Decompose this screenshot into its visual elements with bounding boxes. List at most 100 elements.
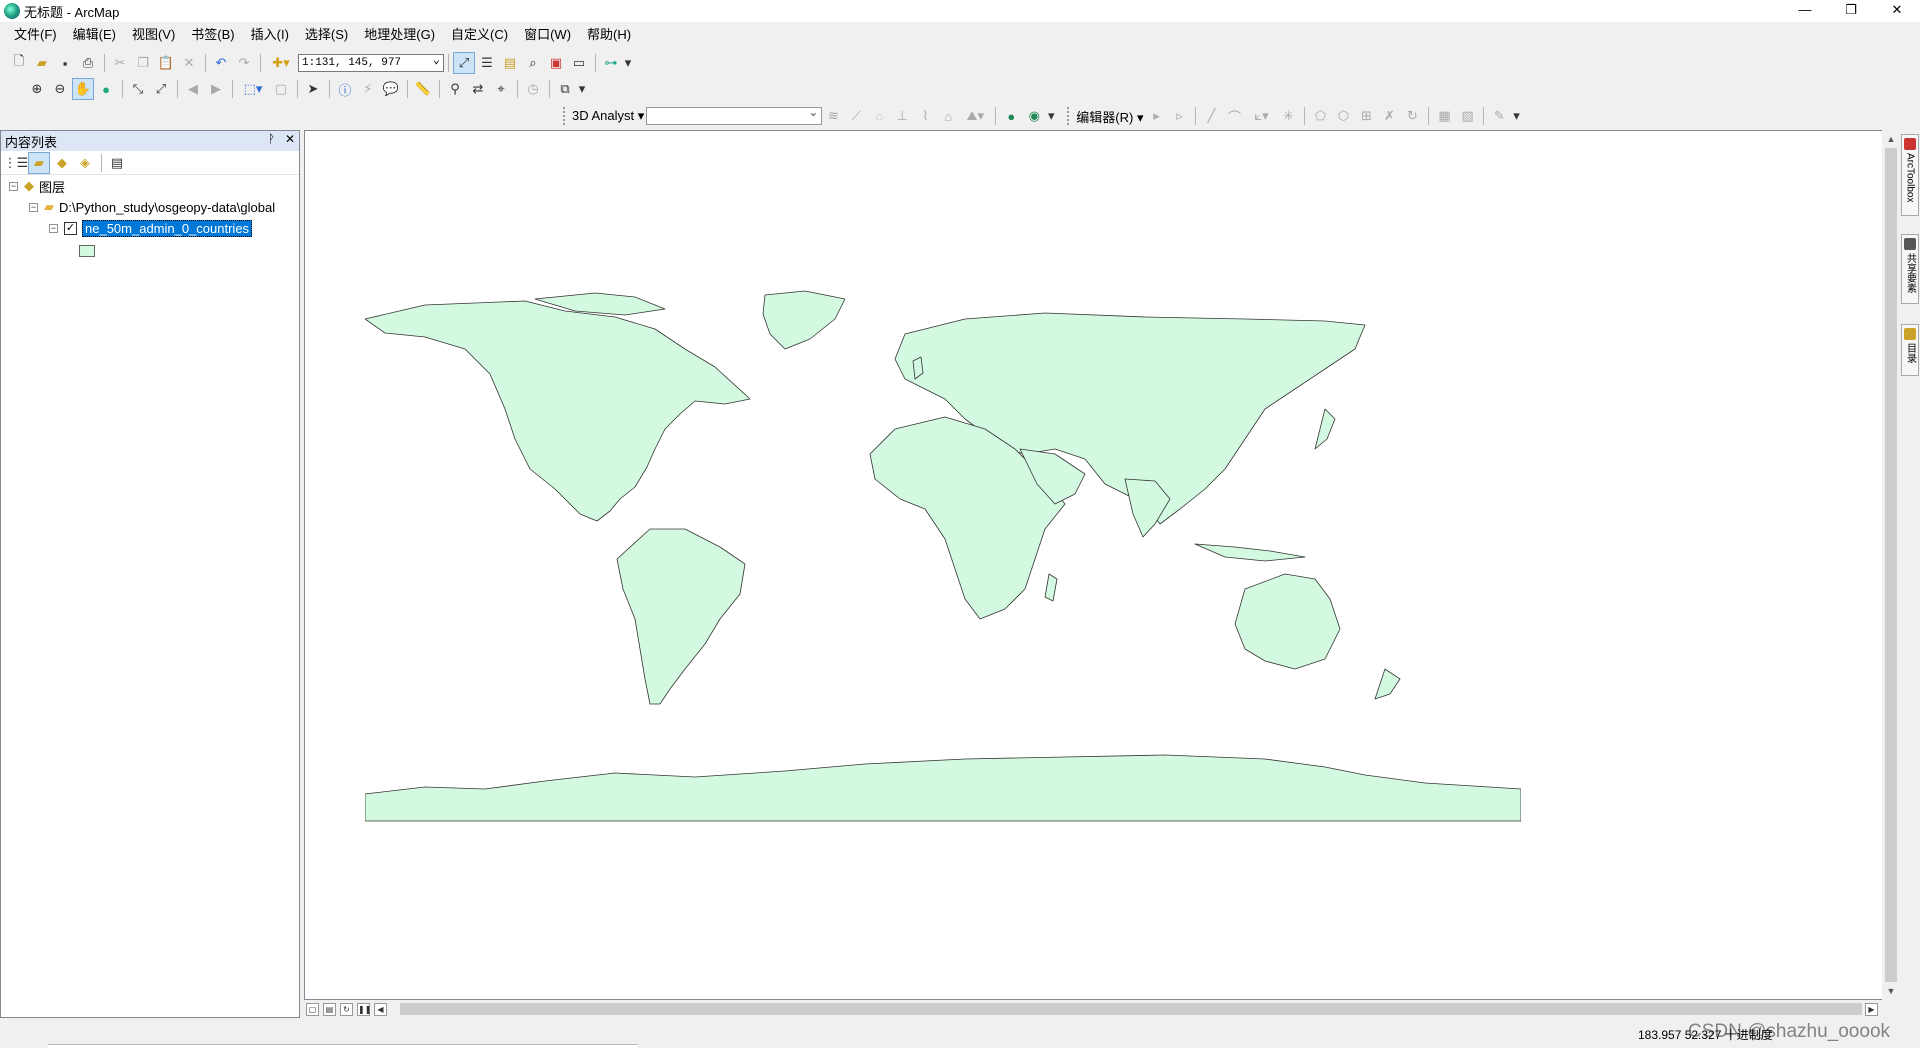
save-icon[interactable]: ▪ — [54, 52, 76, 74]
menu-selection[interactable]: 选择(S) — [297, 24, 356, 46]
dock-tab-arctoolbox[interactable]: ArcToolbox — [1901, 134, 1919, 216]
layer-name[interactable]: ne_50m_admin_0_countries — [82, 219, 253, 237]
toolbar-options-icon[interactable]: ▾ — [577, 78, 587, 100]
fixed-zoom-out-icon[interactable]: ⤢ — [150, 78, 172, 100]
search-window-icon[interactable]: ⌕ — [522, 52, 544, 74]
split-icon[interactable]: ✗ — [1378, 105, 1400, 127]
layer-visibility-checkbox[interactable]: ✓ — [64, 221, 77, 235]
map-display[interactable] — [304, 130, 1900, 1000]
collapse-icon[interactable]: − — [9, 181, 18, 191]
toolbar-options-icon[interactable]: ▾ — [1046, 105, 1056, 127]
paste-icon[interactable]: 📋 — [155, 52, 177, 74]
straight-segment-icon[interactable]: ╱ — [1200, 105, 1222, 127]
scroll-down-arrow-icon[interactable]: ▼ — [1882, 982, 1900, 1000]
clear-selection-icon[interactable]: ▢ — [270, 78, 292, 100]
line-of-sight-icon[interactable]: ◌ — [868, 105, 890, 127]
edit-annotation-icon[interactable]: ▹ — [1168, 105, 1190, 127]
tree-root-row[interactable]: − ◆ 图层 — [9, 177, 65, 195]
point-icon[interactable]: ✳ — [1277, 105, 1299, 127]
menu-geoprocessing[interactable]: 地理处理(G) — [356, 24, 443, 46]
layout-view-icon[interactable]: ▤ — [323, 1002, 336, 1016]
print-icon[interactable]: ⎙ — [77, 52, 99, 74]
list-by-selection-icon[interactable]: ◈ — [74, 152, 96, 174]
list-by-visibility-icon[interactable]: ◆ — [51, 152, 73, 174]
add-data-icon[interactable]: ✚▾ — [265, 52, 297, 74]
editor-menu[interactable]: 编辑器(R) ▾ — [1074, 107, 1145, 126]
copy-icon[interactable]: ❐ — [132, 52, 154, 74]
rotate-icon[interactable]: ↻ — [1401, 105, 1423, 127]
delete-icon[interactable]: ✕ — [178, 52, 200, 74]
new-document-icon[interactable]: 🗋 — [8, 52, 30, 74]
interpolate-polygon-icon[interactable]: ⌂ — [937, 105, 959, 127]
close-button[interactable]: ✕ — [1874, 0, 1920, 22]
menu-edit[interactable]: 编辑(E) — [65, 24, 124, 46]
vertical-scroll-thumb[interactable] — [1885, 148, 1897, 982]
editor-toolbar-icon[interactable]: ⤢ — [453, 52, 475, 74]
scroll-up-arrow-icon[interactable]: ▲ — [1882, 130, 1900, 148]
cut-polygons-icon[interactable]: ⊞ — [1355, 105, 1377, 127]
toc-options-icon[interactable]: ▤ — [106, 152, 128, 174]
legend-symbol-patch[interactable] — [79, 245, 95, 257]
create-viewer-window-icon[interactable]: ⧉ — [554, 78, 576, 100]
edit-tool-icon[interactable]: ▸ — [1145, 105, 1167, 127]
fixed-zoom-in-icon[interactable]: ⤡ — [127, 78, 149, 100]
steepest-path-icon[interactable]: ⟋ — [845, 105, 867, 127]
time-slider-icon[interactable]: ◷ — [522, 78, 544, 100]
data-view-icon[interactable]: ▢ — [306, 1002, 319, 1016]
dock-tab-shared-features[interactable]: 共享要素 — [1901, 234, 1919, 304]
catalog-window-icon[interactable]: ▤ — [499, 52, 521, 74]
endpoint-arc-icon[interactable]: ⌒ — [1223, 105, 1245, 127]
table-of-contents-icon[interactable]: ☰ — [476, 52, 498, 74]
arctoolbox-icon[interactable]: ▣ — [545, 52, 567, 74]
toolbar-options-icon[interactable]: ▾ — [1511, 105, 1521, 127]
list-by-source-icon[interactable]: ▰ — [28, 151, 50, 174]
profile-graph-icon[interactable]: ⛰▾ — [960, 105, 990, 127]
menu-view[interactable]: 视图(V) — [124, 24, 183, 46]
modelbuilder-icon[interactable]: ⊶ — [600, 52, 622, 74]
scroll-left-arrow-icon[interactable]: ◀ — [374, 1002, 387, 1016]
tree-folder-row[interactable]: − ▰ D:\Python_study\osgeopy-data\global — [29, 198, 275, 216]
html-popup-icon[interactable]: 💬 — [380, 78, 402, 100]
restore-button[interactable]: ❐ — [1828, 0, 1874, 22]
menu-file[interactable]: 文件(F) — [6, 24, 65, 46]
tree-layer-row[interactable]: − ✓ ne_50m_admin_0_countries — [49, 219, 253, 237]
menu-bookmarks[interactable]: 书签(B) — [183, 24, 242, 46]
arcscene-icon[interactable]: ● — [1000, 105, 1022, 127]
menu-customize[interactable]: 自定义(C) — [443, 24, 516, 46]
find-binoculars-icon[interactable]: ⚲ — [444, 78, 466, 100]
menu-insert[interactable]: 插入(I) — [243, 24, 297, 46]
collapse-icon[interactable]: − — [29, 202, 38, 212]
create-features-icon[interactable]: ✎ — [1488, 105, 1510, 127]
find-route-icon[interactable]: ⇄ — [467, 78, 489, 100]
toolbar-grip[interactable] — [563, 107, 567, 125]
menu-help[interactable]: 帮助(H) — [579, 24, 639, 46]
toc-close-icon[interactable]: ✕ — [285, 132, 295, 146]
python-window-icon[interactable]: ▭ — [568, 52, 590, 74]
pan-hand-icon[interactable]: ✋ — [72, 78, 94, 100]
dock-tab-catalog[interactable]: 目录 — [1901, 324, 1919, 376]
select-features-icon[interactable]: ⬚▾ — [237, 78, 269, 100]
select-elements-arrow-icon[interactable]: ➤ — [302, 78, 324, 100]
measure-icon[interactable]: 📏 — [412, 78, 434, 100]
vertical-scrollbar[interactable]: ▲ ▼ — [1882, 130, 1900, 1000]
3d-layer-combobox[interactable] — [646, 105, 823, 125]
collapse-icon[interactable]: − — [49, 223, 58, 233]
full-extent-globe-icon[interactable]: ● — [95, 78, 117, 100]
go-to-xy-icon[interactable]: ⌖ — [490, 78, 512, 100]
zoom-in-icon[interactable]: ⊕ — [26, 78, 48, 100]
identify-icon[interactable]: ⓘ — [334, 78, 356, 100]
scroll-right-arrow-icon[interactable]: ▶ — [1865, 1002, 1878, 1016]
zoom-out-icon[interactable]: ⊖ — [49, 78, 71, 100]
interpolate-point-icon[interactable]: ⊥ — [891, 105, 913, 127]
interpolate-line-icon[interactable]: ⌇ — [914, 105, 936, 127]
pause-drawing-icon[interactable]: ❚❚ — [357, 1002, 371, 1016]
sketch-properties-icon[interactable]: ▧ — [1456, 105, 1478, 127]
back-extent-icon[interactable]: ◀ — [182, 78, 204, 100]
pin-icon[interactable]: ᚹ — [268, 132, 275, 146]
cut-icon[interactable]: ✂ — [109, 52, 131, 74]
map-scale-combobox[interactable]: 1:131, 145, 977 — [298, 52, 444, 72]
trace-icon[interactable]: ⟀▾ — [1246, 105, 1276, 127]
open-folder-icon[interactable]: ▰ — [31, 52, 53, 74]
menu-windows[interactable]: 窗口(W) — [516, 24, 579, 46]
hyperlink-icon[interactable]: ⚡ — [357, 78, 379, 100]
